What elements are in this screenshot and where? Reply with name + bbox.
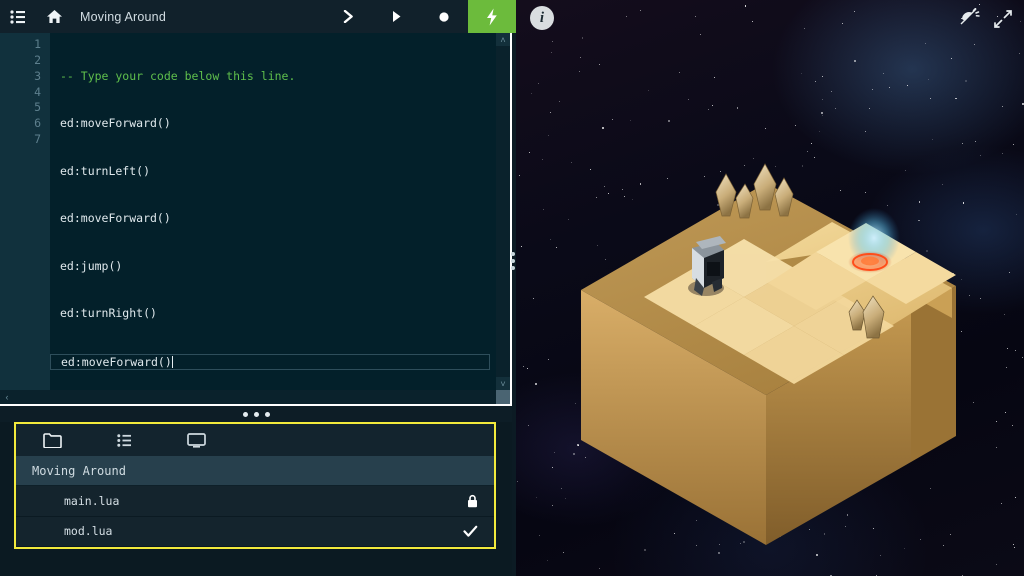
code-line: ed:turnLeft()	[60, 163, 151, 178]
code-line: -- Type your code below this line.	[60, 68, 296, 83]
scrollbar-corner	[496, 390, 510, 404]
list-menu-icon[interactable]	[0, 0, 36, 33]
step-forward-button[interactable]	[324, 0, 372, 33]
fullscreen-expand-icon[interactable]	[994, 10, 1012, 33]
text-cursor	[171, 355, 173, 368]
file-list-item[interactable]: mod.lua	[16, 516, 494, 547]
code-line-active[interactable]: ed:moveForward()	[50, 353, 490, 370]
check-icon	[463, 525, 478, 538]
record-button[interactable]	[420, 0, 468, 33]
page-title: Moving Around	[80, 9, 166, 24]
file-name: mod.lua	[64, 524, 113, 539]
code-editor[interactable]: 1 2 3 4 5 6 7 -- Type your code below th…	[0, 33, 506, 390]
play-button[interactable]	[372, 0, 420, 33]
code-editor-container: 1 2 3 4 5 6 7 -- Type your code below th…	[0, 33, 512, 406]
project-title: Moving Around	[16, 456, 494, 486]
editor-toolbar: Moving Around	[0, 0, 516, 33]
run-button[interactable]	[468, 0, 516, 33]
line-number: 2	[34, 52, 41, 67]
horizontal-resize-dots[interactable]	[0, 406, 512, 422]
tab-files[interactable]	[16, 424, 88, 456]
code-line: ed:turnRight()	[60, 306, 157, 321]
sound-muted-icon[interactable]	[960, 7, 980, 31]
file-browser-panel: Moving Around main.lua mod.lua	[14, 422, 496, 549]
vertical-resize-dots[interactable]	[511, 252, 515, 270]
file-panel-tabs	[16, 424, 494, 456]
info-button[interactable]: i	[530, 6, 554, 30]
line-number: 1	[34, 37, 41, 51]
line-number: 5	[34, 100, 41, 115]
line-number: 6	[34, 116, 41, 131]
code-text-area[interactable]: -- Type your code below this line. ed:mo…	[50, 33, 506, 390]
code-line: ed:moveForward()	[60, 116, 171, 131]
horizontal-scroll-track[interactable]	[14, 390, 496, 404]
editor-horizontal-scrollbar[interactable]: ‹ ›	[0, 390, 510, 404]
file-list-item[interactable]: main.lua	[16, 486, 494, 517]
code-line: ed:moveForward()	[60, 211, 171, 226]
code-line-text: ed:moveForward()	[61, 354, 172, 369]
code-line: ed:jump()	[60, 258, 123, 273]
file-name: main.lua	[64, 493, 120, 508]
editor-vertical-scrollbar[interactable]: ˄ ˅	[496, 33, 510, 390]
home-icon[interactable]	[36, 0, 72, 33]
ide-pane: Moving Around 1 2 3 4 5 6 7 -- Type your…	[0, 0, 516, 576]
scroll-up-arrow[interactable]: ˄	[496, 33, 510, 46]
line-number: 4	[34, 84, 41, 99]
scroll-down-arrow[interactable]: ˅	[496, 377, 510, 390]
app-root: Moving Around 1 2 3 4 5 6 7 -- Type your…	[0, 0, 1024, 576]
scroll-left-arrow[interactable]: ‹	[0, 390, 14, 404]
tab-console[interactable]	[160, 424, 232, 456]
game-viewport[interactable]: i	[516, 0, 1024, 576]
file-panel-area: Moving Around main.lua mod.lua	[0, 422, 512, 576]
lock-icon	[467, 494, 478, 508]
line-number-gutter: 1 2 3 4 5 6 7	[0, 33, 50, 390]
line-number: 7	[34, 132, 41, 147]
line-number: 3	[34, 68, 41, 83]
isometric-level	[581, 163, 956, 545]
tab-outline[interactable]	[88, 424, 160, 456]
